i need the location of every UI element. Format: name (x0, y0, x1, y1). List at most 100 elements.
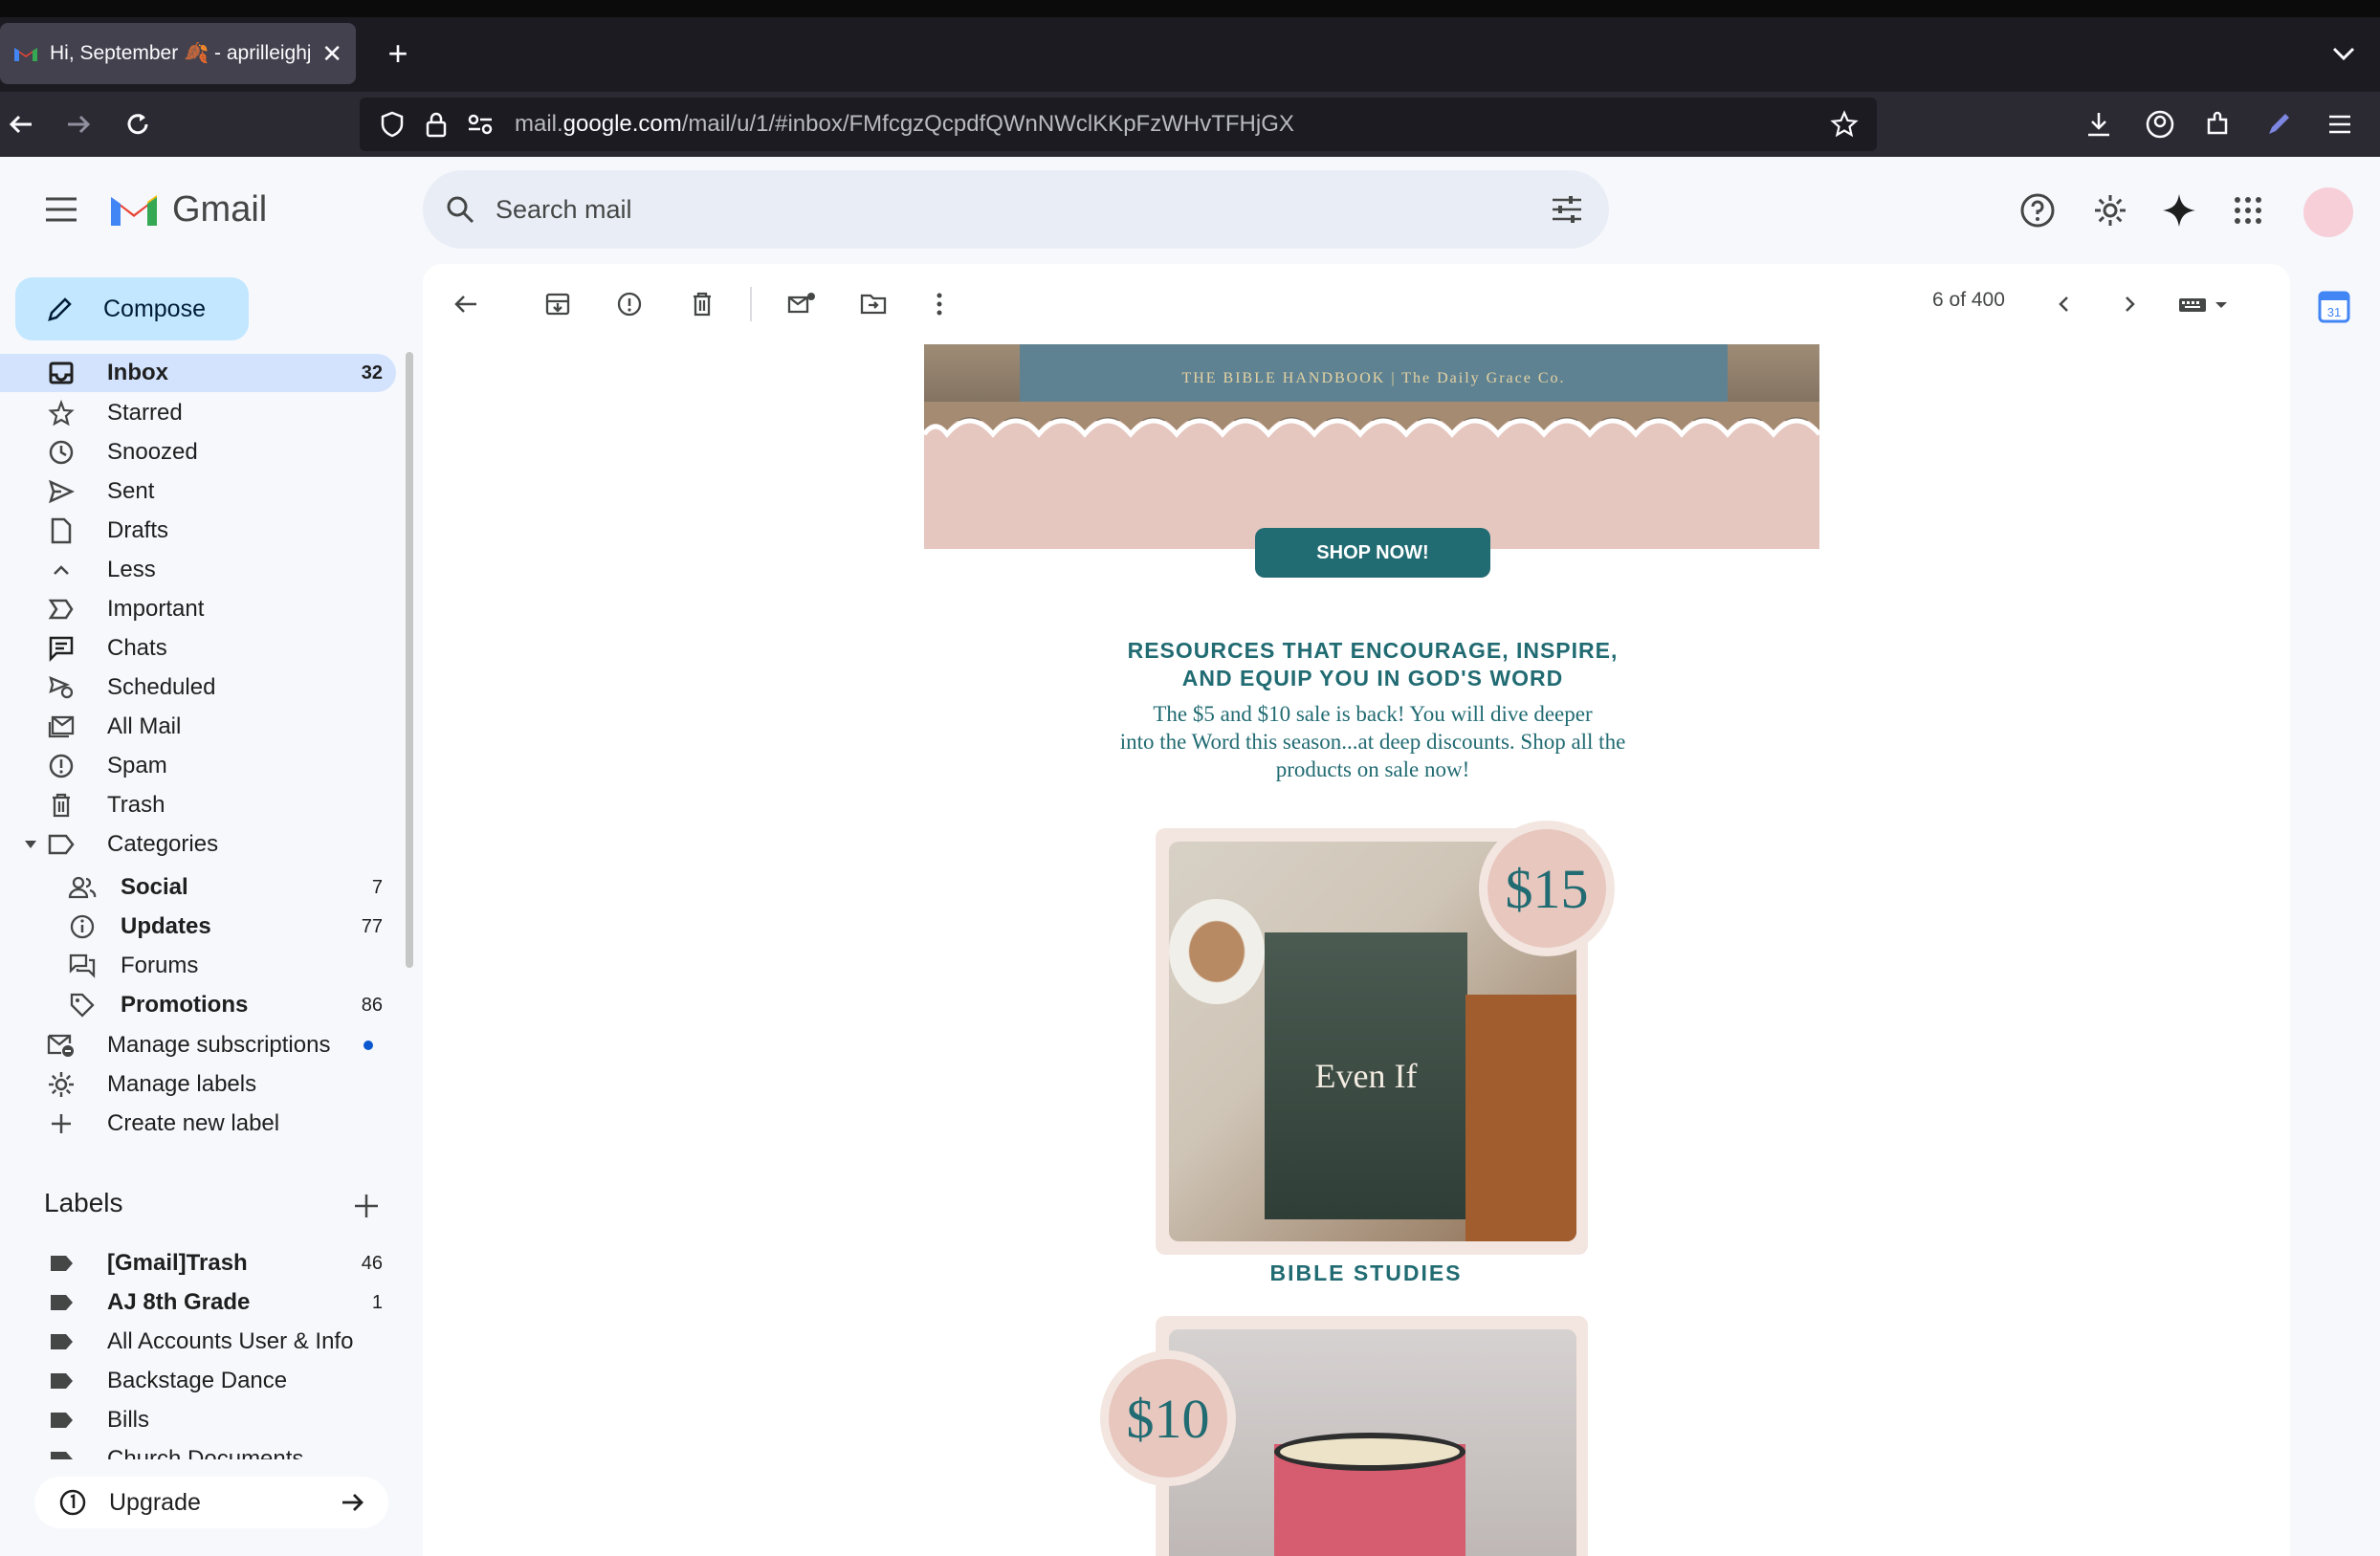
browser-tab-active[interactable]: Hi, September 🍂 - aprilleighjacl ✕ (0, 23, 356, 84)
label-item-gmail-trash[interactable]: [Gmail]Trash 46 (0, 1244, 396, 1282)
more-vert-icon[interactable] (918, 283, 960, 325)
sidebar-item-sent[interactable]: Sent (0, 472, 396, 511)
extensions-icon[interactable] (2196, 103, 2238, 145)
sidebar-scrollbar[interactable] (406, 352, 413, 968)
star-icon (42, 394, 80, 432)
upgrade-clock-icon (59, 1489, 86, 1516)
compose-button[interactable]: Compose (15, 277, 249, 340)
gear-icon (42, 1065, 80, 1104)
sidebar-item-label: Snoozed (107, 439, 198, 465)
label-item-bills[interactable]: Bills (0, 1401, 396, 1439)
account-icon[interactable] (2139, 103, 2181, 145)
sidebar-item-promotions[interactable]: Promotions 86 (0, 986, 396, 1024)
price-badge-15: $15 (1479, 821, 1615, 956)
labels-header: Labels (44, 1188, 123, 1217)
google-apps-grid-icon[interactable] (2225, 187, 2271, 233)
sidebar-item-all-mail[interactable]: All Mail (0, 708, 396, 746)
sidebar-item-important[interactable]: Important (0, 590, 396, 628)
label-item-clipped-container: Church Documents (0, 1440, 396, 1459)
sidebar-item-inbox[interactable]: Inbox 32 (0, 354, 396, 392)
sidebar-item-label: Trash (107, 792, 165, 818)
plus-icon (42, 1105, 80, 1143)
sidebar-item-less[interactable]: Less (0, 551, 396, 589)
newer-chevron-left-icon[interactable] (2043, 283, 2085, 325)
sidebar-item-spam[interactable]: Spam (0, 747, 396, 785)
mark-unread-icon[interactable] (781, 283, 823, 325)
tag-icon (63, 986, 101, 1024)
toolbar-divider (750, 287, 752, 321)
sidebar-item-snoozed[interactable]: Snoozed (0, 433, 396, 471)
forward-arrow-icon[interactable] (57, 103, 99, 145)
app-menu-icon[interactable] (2319, 103, 2361, 145)
gemini-sparkle-icon[interactable] (2156, 187, 2202, 233)
sidebar-item-label: Create new label (107, 1110, 280, 1136)
main-menu-hamburger-icon[interactable] (38, 189, 84, 230)
unread-count: 32 (361, 362, 383, 384)
sidebar-item-drafts[interactable]: Drafts (0, 512, 396, 550)
older-chevron-right-icon[interactable] (2108, 283, 2150, 325)
reload-icon[interactable] (117, 103, 159, 145)
input-tools-keyboard-icon[interactable] (2173, 283, 2235, 325)
delete-trash-icon[interactable] (681, 283, 723, 325)
sidebar-item-manage-subscriptions[interactable]: Manage subscriptions (0, 1026, 396, 1064)
sidebar-item-categories[interactable]: Categories (0, 825, 396, 864)
search-icon[interactable] (444, 193, 476, 226)
label-item-all-accounts[interactable]: All Accounts User & Info (0, 1323, 396, 1361)
price-text: $10 (1109, 1359, 1227, 1478)
move-to-folder-icon[interactable] (852, 283, 894, 325)
shop-now-button[interactable]: SHOP NOW! (1255, 528, 1490, 578)
sidebar-item-forums[interactable]: Forums (0, 947, 396, 985)
help-icon[interactable] (2015, 187, 2060, 233)
download-icon[interactable] (2078, 103, 2120, 145)
url-bar[interactable]: mail.google.com/mail/u/1/#inbox/FMfcgzQc… (360, 98, 1877, 151)
sidebar-item-create-label[interactable]: Create new label (0, 1105, 396, 1143)
gmail-logo[interactable]: Gmail (107, 186, 279, 233)
sidebar-item-label: Drafts (107, 517, 169, 543)
label-item-aj-8th-grade[interactable]: AJ 8th Grade 1 (0, 1283, 396, 1322)
label-filled-icon (42, 1283, 80, 1322)
back-to-inbox-arrow-icon[interactable] (445, 283, 487, 325)
tab-list-chevron-down-icon[interactable] (2325, 34, 2363, 73)
account-avatar[interactable] (2303, 187, 2353, 237)
bookmark-star-icon[interactable] (1825, 105, 1863, 143)
sidebar-item-label: Bills (107, 1407, 150, 1433)
search-options-tune-icon[interactable] (1550, 193, 1584, 226)
sidebar-item-starred[interactable]: Starred (0, 394, 396, 432)
sidebar-item-scheduled[interactable]: Scheduled (0, 668, 396, 707)
sidebar-item-chats[interactable]: Chats (0, 629, 396, 668)
coffee-cup-illustration (1169, 899, 1265, 1004)
headline-line-2: AND EQUIP YOU IN GOD'S WORD (1181, 666, 1564, 690)
sidebar-item-manage-labels[interactable]: Manage labels (0, 1065, 396, 1104)
shield-icon[interactable] (373, 105, 411, 143)
sidebar-item-label: Important (107, 596, 205, 622)
forum-icon (63, 947, 101, 985)
caret-down-icon[interactable] (23, 838, 38, 851)
report-spam-icon[interactable] (608, 283, 650, 325)
pen-extension-icon[interactable] (2258, 103, 2300, 145)
sidebar-item-label: Less (107, 557, 156, 582)
archive-icon[interactable] (537, 283, 579, 325)
sidebar-item-label: Promotions (121, 992, 249, 1018)
search-bar[interactable]: Search mail (423, 170, 1609, 249)
bible-studies-caption[interactable]: BIBLE STUDIES (1156, 1260, 1576, 1286)
calendar-icon[interactable]: 31 (2317, 287, 2351, 325)
label-item-church-documents[interactable]: Church Documents (0, 1440, 396, 1459)
leather-pouch-illustration (1465, 995, 1576, 1241)
lock-icon[interactable] (417, 105, 455, 143)
search-input[interactable]: Search mail (496, 195, 1550, 225)
tab-close-icon[interactable]: ✕ (321, 39, 342, 69)
settings-gear-icon[interactable] (2087, 187, 2133, 233)
sidebar-item-label: Backstage Dance (107, 1368, 288, 1393)
sidebar-item-label: Updates (121, 913, 211, 939)
sidebar-item-trash[interactable]: Trash (0, 786, 396, 824)
add-label-plus-icon[interactable] (350, 1190, 383, 1222)
new-tab-plus-icon[interactable]: + (379, 31, 417, 77)
label-item-backstage-dance[interactable]: Backstage Dance (0, 1362, 396, 1400)
label-icon (42, 825, 80, 864)
upgrade-button[interactable]: Upgrade (34, 1477, 388, 1528)
sidebar-item-updates[interactable]: Updates 77 (0, 908, 396, 946)
sidebar-item-social[interactable]: Social 7 (0, 868, 396, 907)
back-arrow-icon[interactable] (0, 103, 42, 145)
permissions-icon[interactable] (461, 105, 499, 143)
arrow-right-icon (342, 1494, 364, 1511)
